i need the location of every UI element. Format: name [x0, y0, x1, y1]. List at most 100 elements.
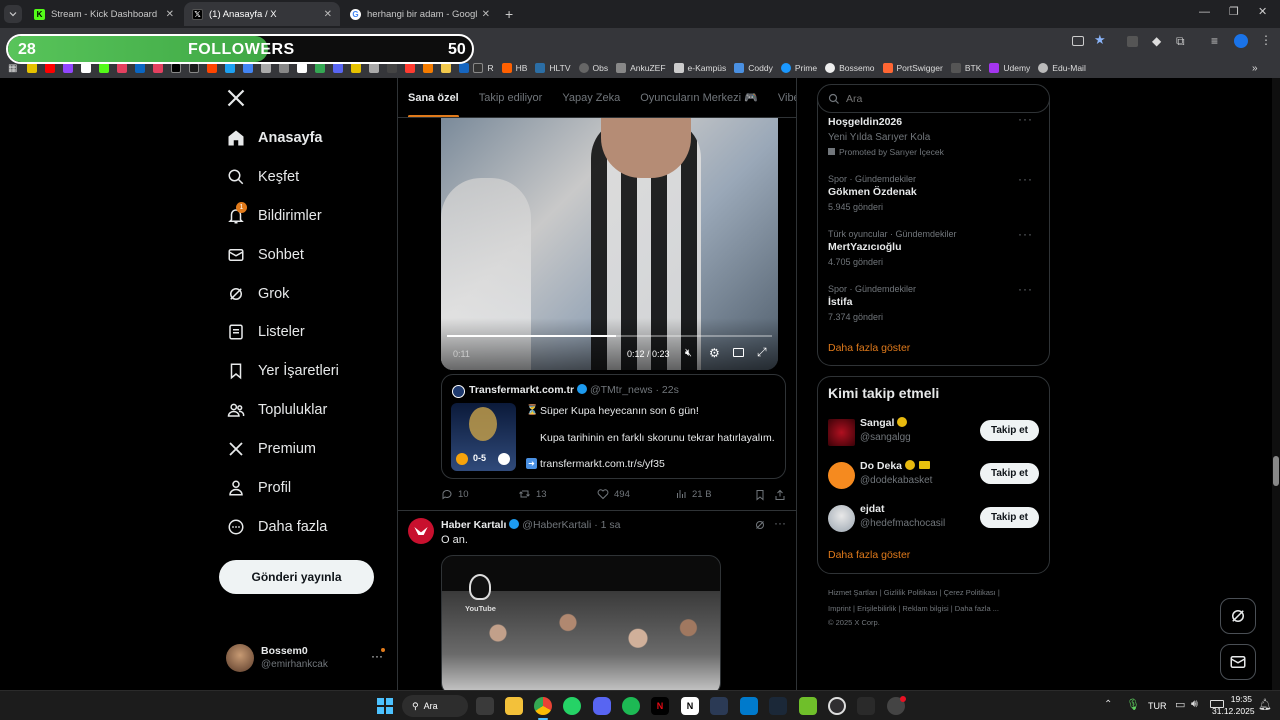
tab-gamers-hub[interactable]: Oyuncuların Merkezi 🎮	[640, 78, 758, 117]
tab-vibe[interactable]: Vibe C	[778, 78, 796, 117]
maximize-button[interactable]: ❐	[1229, 5, 1239, 18]
bookmark-favicon-icon[interactable]	[279, 63, 290, 73]
fullscreen-icon[interactable]: ⤢	[757, 345, 767, 360]
nav-bookmarks[interactable]: Yer İşaretleri	[226, 356, 339, 386]
nav-grok[interactable]: Grok	[226, 279, 289, 309]
apps-grid-icon[interactable]: ▦	[8, 63, 17, 74]
whatsapp-icon[interactable]	[563, 697, 581, 715]
messages-float-button[interactable]	[1220, 644, 1256, 680]
close-icon[interactable]: ✕	[482, 9, 490, 20]
bookmark-favicon-icon[interactable]	[261, 63, 272, 73]
footer-link[interactable]: Çerez Politikası	[944, 588, 996, 597]
nav-notifications[interactable]: 1 Bildirimler	[226, 201, 322, 231]
tab-x-home[interactable]: 𝕏 (1) Anasayfa / X ✕	[184, 2, 340, 26]
quote-link[interactable]: transfermarkt.com.tr/s/yf35	[540, 458, 665, 470]
clock-date[interactable]: 31.12.2025	[1212, 706, 1255, 716]
chrome-icon[interactable]	[534, 697, 552, 715]
footer-link[interactable]: Reklam bilgisi	[902, 604, 948, 613]
bookmark-obs[interactable]: Obs	[578, 63, 608, 73]
bookmark-favicon-icon[interactable]	[81, 63, 92, 73]
menu-kebab-icon[interactable]: ⋮	[1260, 33, 1272, 47]
puzzle-icon[interactable]: ⧉	[1176, 34, 1185, 49]
views-button[interactable]: 21 B	[675, 488, 712, 500]
post-author-name[interactable]: Haber Kartalı	[441, 519, 506, 531]
bookmark-favicon-icon[interactable]	[207, 63, 218, 73]
trend-item[interactable]: Türk oyuncular · Gündemdekiler MertYazıc…	[828, 227, 1043, 273]
tab-ai[interactable]: Yapay Zeka	[562, 78, 620, 117]
extension-icon[interactable]	[1127, 36, 1138, 47]
bookmark-favicon-icon[interactable]	[351, 63, 362, 73]
bookmark-bossemo[interactable]: Bossemo	[825, 63, 875, 73]
nav-profile[interactable]: Profil	[226, 473, 291, 503]
nav-more[interactable]: Daha fazla	[226, 512, 327, 542]
cast-icon[interactable]	[1072, 36, 1084, 46]
obs-icon[interactable]	[828, 697, 846, 715]
tab-search-button[interactable]	[4, 5, 22, 23]
bookmark-favicon-icon[interactable]	[387, 63, 398, 73]
more-dots-icon[interactable]: ···	[1018, 112, 1033, 126]
account-switcher[interactable]: Bossem0 @emirhankcak ···	[226, 641, 386, 677]
follow-button[interactable]: Takip et	[980, 463, 1039, 484]
bookmark-favicon-icon[interactable]	[297, 63, 308, 73]
trend-item[interactable]: Spor · Gündemdekiler İstifa 7.374 gönder…	[828, 282, 1043, 328]
bookmark-r[interactable]: R	[473, 63, 494, 73]
repost-button[interactable]: 13	[518, 488, 547, 500]
bookmark-favicon-icon[interactable]	[423, 63, 434, 73]
app-icon[interactable]	[799, 697, 817, 715]
more-dots-icon[interactable]: ···	[1018, 227, 1033, 241]
bookmark-favicon-icon[interactable]	[153, 63, 164, 73]
notion-icon[interactable]: N	[681, 697, 699, 715]
bookmark-portswigger[interactable]: PortSwigger	[882, 63, 943, 73]
bookmark-favicon-icon[interactable]	[243, 63, 254, 73]
footer-link[interactable]: Hizmet Şartları	[828, 588, 878, 597]
bookmark-icon[interactable]	[754, 488, 766, 506]
chevron-up-icon[interactable]: ⌃	[1104, 699, 1112, 710]
steam-icon[interactable]	[769, 697, 787, 715]
tab-following[interactable]: Takip ediliyor	[479, 78, 543, 117]
bookmark-hltv[interactable]: HLTV	[535, 63, 571, 73]
bookmark-edu-mail[interactable]: Edu-Mail	[1038, 63, 1086, 73]
follow-button[interactable]: Takip et	[980, 507, 1039, 528]
windows-start-icon[interactable]	[376, 697, 394, 715]
footer-link[interactable]: Imprint	[828, 604, 851, 613]
post-media[interactable]: YouTube	[441, 555, 721, 690]
profile-avatar-icon[interactable]	[1234, 34, 1248, 48]
extension-icon[interactable]: ◆	[1152, 34, 1161, 48]
bookmark-favicon-icon[interactable]	[27, 63, 38, 73]
speaker-icon[interactable]: 🔊︎	[1191, 698, 1198, 711]
bookmark-favicon-icon[interactable]	[459, 63, 470, 73]
bookmark-favicon-icon[interactable]	[369, 63, 380, 73]
file-explorer-icon[interactable]	[505, 697, 523, 715]
bookmark-favicon-icon[interactable]	[405, 63, 416, 73]
spotify-icon[interactable]	[622, 697, 640, 715]
bookmark-udemy[interactable]: Udemy	[989, 63, 1030, 73]
nav-premium[interactable]: Premium	[226, 434, 316, 464]
discord-icon[interactable]	[593, 697, 611, 715]
epic-games-icon[interactable]	[857, 697, 875, 715]
bookmark-favicon-icon[interactable]	[117, 63, 128, 73]
more-dots-icon[interactable]: ···	[1018, 282, 1033, 296]
footer-link[interactable]: Erişilebilirlik	[857, 604, 896, 613]
bookmark-ekampus[interactable]: e-Kampüs	[673, 63, 726, 73]
page-scrollbar[interactable]	[1272, 78, 1280, 690]
nav-explore[interactable]: Keşfet	[226, 162, 299, 192]
bookmark-prime[interactable]: Prime	[780, 63, 817, 73]
trends-show-more[interactable]: Daha fazla göster	[828, 342, 910, 354]
bookmark-coddy[interactable]: Coddy	[734, 63, 773, 73]
clock-time[interactable]: 19:35	[1230, 694, 1252, 704]
bookmark-btk[interactable]: BTK	[950, 63, 981, 73]
post-avatar[interactable]	[408, 518, 434, 544]
quote-card[interactable]: Transfermarkt.com.tr @TMtr_news · 22s 0-…	[441, 374, 786, 479]
footer-link[interactable]: Daha fazla ...	[955, 604, 999, 613]
post-button[interactable]: Gönderi yayınla	[219, 560, 374, 594]
bookmark-favicon-icon[interactable]	[135, 63, 146, 73]
like-button[interactable]: 494	[597, 488, 630, 500]
media-icon[interactable]: ≡	[1211, 34, 1218, 48]
nav-home[interactable]: Anasayfa	[226, 123, 322, 153]
bookmark-ankuzef[interactable]: AnkuZEF	[616, 63, 666, 73]
scrollbar-thumb[interactable]	[1273, 456, 1279, 486]
nav-lists[interactable]: Listeler	[226, 317, 305, 347]
bookmark-favicon-icon[interactable]	[63, 63, 74, 73]
task-view-icon[interactable]	[476, 697, 494, 715]
tab-kick-dashboard[interactable]: K Stream - Kick Dashboard ✕	[26, 2, 182, 26]
